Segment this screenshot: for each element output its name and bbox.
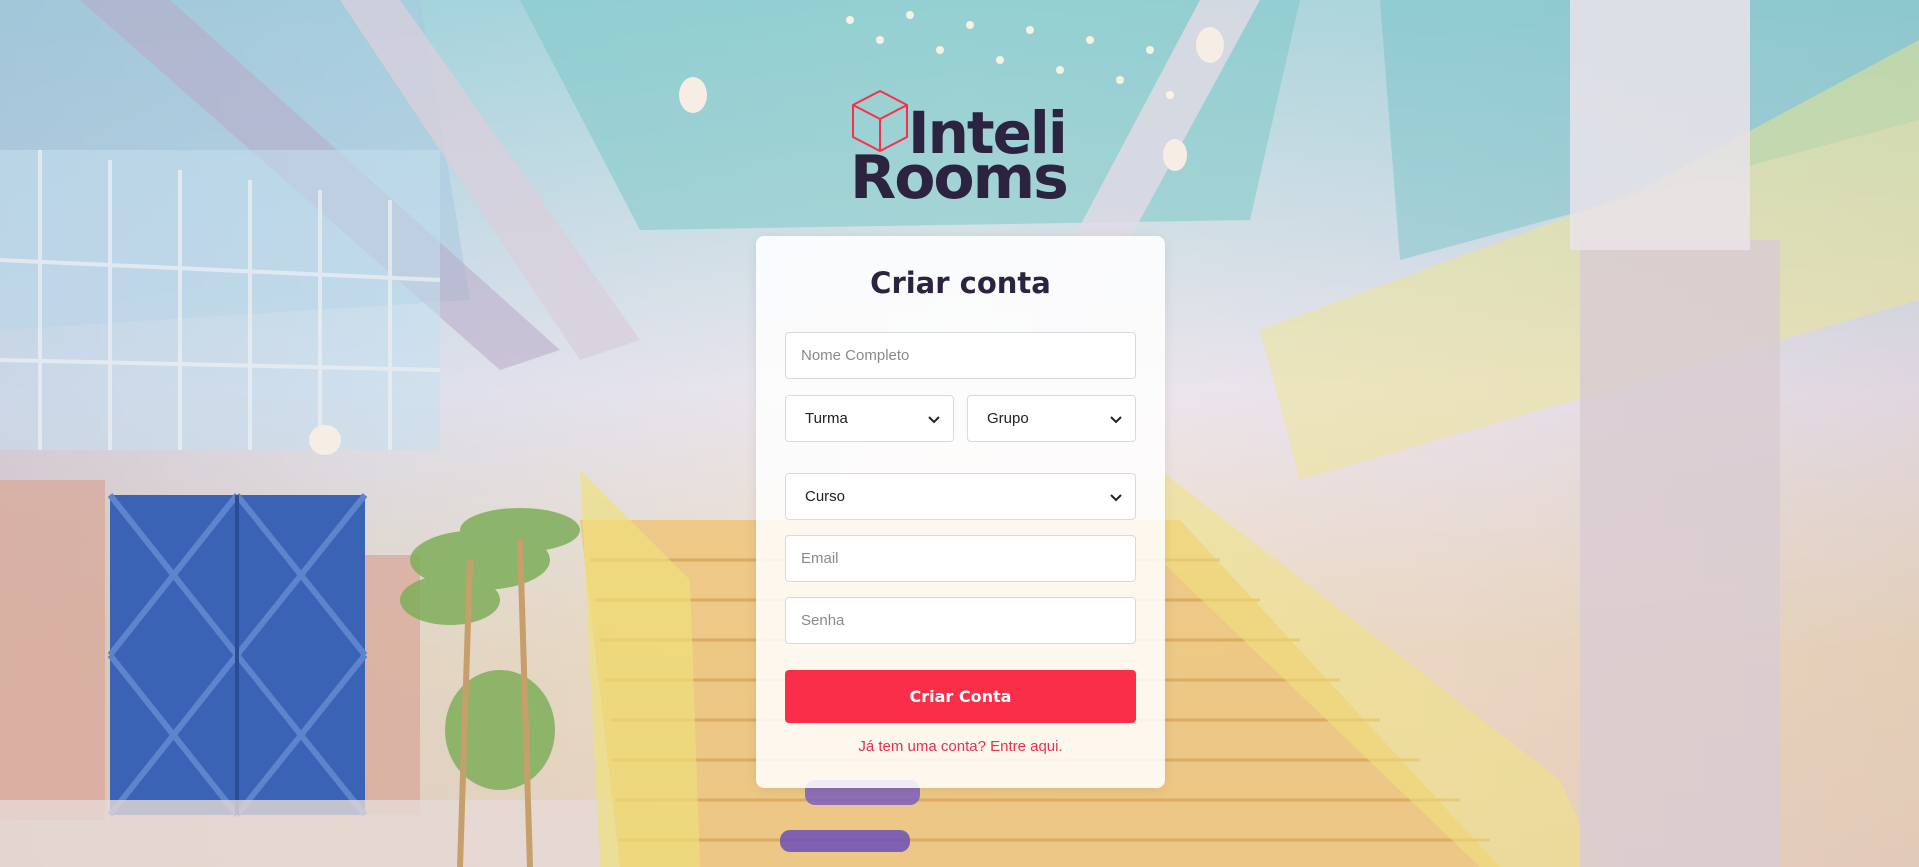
curso-select-value: Curso	[805, 488, 846, 505]
chevron-down-icon	[1110, 493, 1122, 501]
email-input[interactable]	[785, 535, 1136, 582]
inteli-rooms-logo: Inteli Rooms	[850, 88, 1080, 208]
password-input[interactable]	[785, 597, 1136, 644]
grupo-select[interactable]: Grupo	[967, 395, 1136, 442]
login-link[interactable]: Já tem uma conta? Entre aqui.	[756, 738, 1165, 755]
signup-card: Criar conta Turma Grupo Curso Criar Cont…	[756, 236, 1165, 788]
create-account-button[interactable]: Criar Conta	[785, 670, 1136, 723]
turma-select[interactable]: Turma	[785, 395, 954, 442]
chevron-down-icon	[1110, 415, 1122, 423]
grupo-select-value: Grupo	[987, 410, 1029, 427]
turma-select-value: Turma	[805, 410, 848, 427]
full-name-input[interactable]	[785, 332, 1136, 379]
chevron-down-icon	[928, 415, 940, 423]
page-title: Criar conta	[870, 266, 1051, 300]
curso-select[interactable]: Curso	[785, 473, 1136, 520]
logo-text-rooms: Rooms	[850, 143, 1069, 213]
